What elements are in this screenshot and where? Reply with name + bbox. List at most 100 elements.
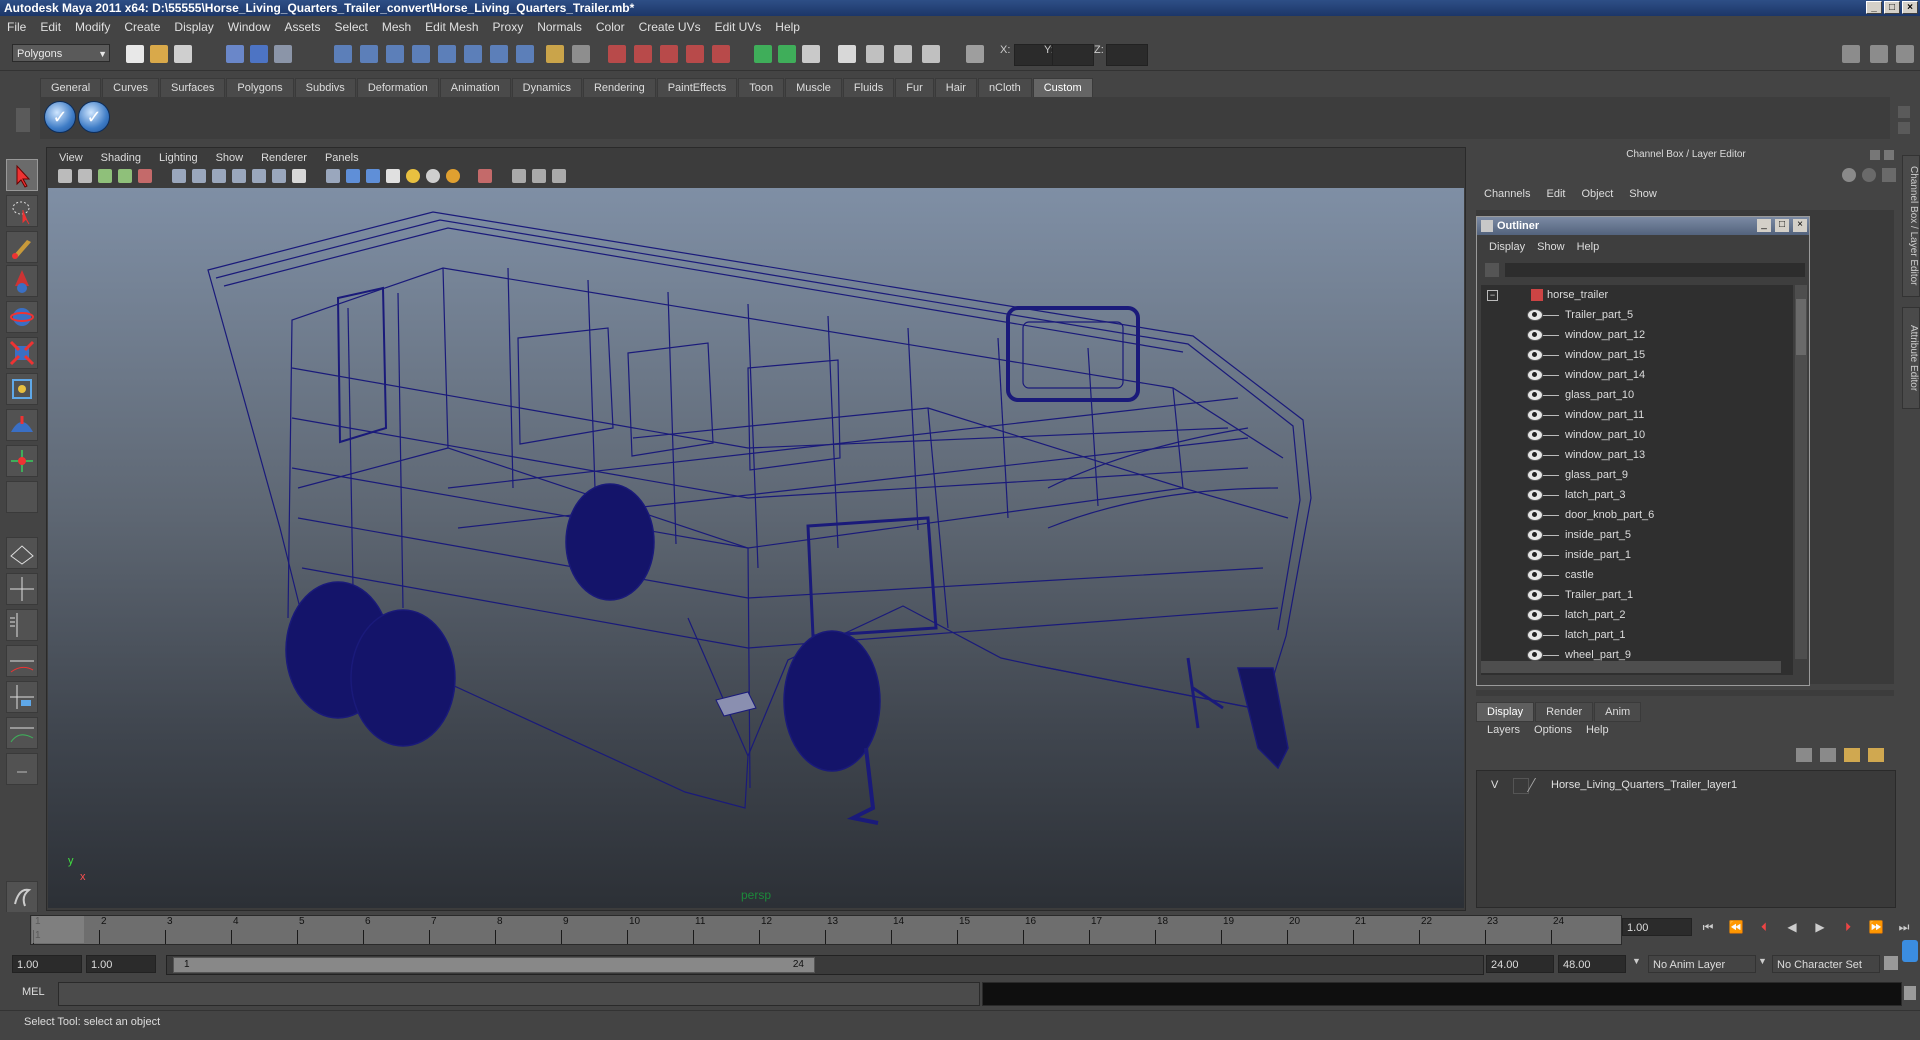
input-line-icon[interactable] <box>778 45 796 63</box>
shelf-tab-hair[interactable]: Hair <box>934 78 977 98</box>
lock-icon[interactable] <box>546 45 564 63</box>
outliner-root-row[interactable]: − horse_trailer <box>1481 285 1793 305</box>
menu-edit-mesh[interactable]: Edit Mesh <box>418 20 485 34</box>
channel-box-menu-object[interactable]: Object <box>1573 188 1621 200</box>
menu-edit[interactable]: Edit <box>33 20 68 34</box>
list-item[interactable]: Trailer_part_1 <box>1481 585 1793 605</box>
textured-icon[interactable] <box>386 169 400 183</box>
render-region-icon[interactable] <box>634 45 652 63</box>
list-item[interactable]: glass_part_10 <box>1481 385 1793 405</box>
shelf-tab-subdivs[interactable]: Subdivs <box>294 78 356 98</box>
channel-box-speed-icon[interactable] <box>1862 168 1876 182</box>
move-layer-down-icon[interactable] <box>1820 748 1836 762</box>
shelf-tab-fluids[interactable]: Fluids <box>842 78 895 98</box>
outliner-maximize-button[interactable]: □ <box>1775 219 1789 232</box>
play-backwards-icon[interactable]: ◀ <box>1780 918 1804 936</box>
default-light-icon[interactable] <box>406 169 420 183</box>
render-ipr-icon[interactable] <box>660 45 678 63</box>
shelf-menu-icon[interactable] <box>16 108 30 132</box>
film-gate-icon[interactable] <box>192 169 206 183</box>
save-scene-icon[interactable] <box>174 45 192 63</box>
perspective-viewport[interactable]: persp y x <box>48 188 1464 908</box>
close-button[interactable]: × <box>1902 1 1918 14</box>
outliner-menu-help[interactable]: Help <box>1571 241 1606 253</box>
script-editor-button-icon[interactable] <box>1904 986 1916 1000</box>
isolate-select-icon[interactable] <box>478 169 492 183</box>
list-item[interactable]: window_part_12 <box>1481 325 1793 345</box>
lasso-tool-icon[interactable] <box>6 195 38 227</box>
shelf-tab-surfaces[interactable]: Surfaces <box>159 78 226 98</box>
viewport-menu-shading[interactable]: Shading <box>92 150 150 166</box>
outliner-vertical-scrollbar[interactable] <box>1795 285 1807 659</box>
chevron-down-icon[interactable]: ▼ <box>1632 956 1641 966</box>
layer-menu-options[interactable]: Options <box>1527 724 1579 736</box>
snap-live-icon[interactable] <box>490 45 508 63</box>
select-object-icon[interactable] <box>250 45 268 63</box>
snap-curve-icon[interactable] <box>360 45 378 63</box>
playback-start-field[interactable]: 1.00 <box>86 955 156 973</box>
minimize-button[interactable]: _ <box>1866 1 1882 14</box>
layout-options-icon[interactable] <box>6 753 38 785</box>
shelf-tab-fur[interactable]: Fur <box>895 78 934 98</box>
viewport-menu-view[interactable]: View <box>50 150 92 166</box>
step-back-icon[interactable]: ⏪ <box>1724 918 1748 936</box>
list-item[interactable]: window_part_15 <box>1481 345 1793 365</box>
step-forward-icon[interactable]: ⏩ <box>1864 918 1888 936</box>
range-slider[interactable]: 1 24 <box>166 955 1484 975</box>
panel-divider[interactable] <box>1476 690 1894 696</box>
snap-plane-icon[interactable] <box>412 45 430 63</box>
smooth-shade-icon[interactable] <box>346 169 360 183</box>
menu-assets[interactable]: Assets <box>277 20 327 34</box>
safe-title-icon[interactable] <box>292 169 306 183</box>
shelf-tab-muscle[interactable]: Muscle <box>785 78 842 98</box>
shelf-tab-custom[interactable]: Custom <box>1032 78 1093 98</box>
scrollbar-thumb[interactable] <box>1796 299 1806 355</box>
outliner-search-input[interactable] <box>1505 263 1805 277</box>
menu-window[interactable]: Window <box>221 20 278 34</box>
help-icon[interactable] <box>516 45 534 63</box>
y-field[interactable] <box>1052 44 1094 66</box>
shelf-tab-toon[interactable]: Toon <box>738 78 785 98</box>
display-settings-icon[interactable] <box>922 45 940 63</box>
magnet-icon[interactable] <box>572 45 590 63</box>
menu-file[interactable]: File <box>0 20 33 34</box>
start-time-field[interactable]: 1.00 <box>12 955 82 973</box>
end-time-field[interactable]: 48.00 <box>1558 955 1626 973</box>
outliner-horizontal-scrollbar[interactable] <box>1481 661 1781 673</box>
list-item[interactable]: glass_part_9 <box>1481 465 1793 485</box>
attribute-editor-toggle-icon[interactable] <box>1870 45 1888 63</box>
shelf-tab-polygons[interactable]: Polygons <box>226 78 294 98</box>
menu-normals[interactable]: Normals <box>530 20 589 34</box>
select-camera-icon[interactable] <box>58 169 72 183</box>
open-scene-icon[interactable] <box>150 45 168 63</box>
list-item[interactable]: Trailer_part_5 <box>1481 305 1793 325</box>
outliner-close-button[interactable]: × <box>1793 219 1807 232</box>
mode-selector[interactable]: Polygons ▼ <box>12 44 110 62</box>
shadows-icon[interactable] <box>446 169 460 183</box>
list-item[interactable]: window_part_13 <box>1481 445 1793 465</box>
anim-layer-selector[interactable]: No Anim Layer <box>1648 955 1756 973</box>
viewport-menu-show[interactable]: Show <box>207 150 253 166</box>
display-ipr-icon[interactable] <box>894 45 912 63</box>
new-scene-icon[interactable] <box>126 45 144 63</box>
hypershade-layout-icon[interactable] <box>6 681 38 713</box>
persp-outliner-layout-icon[interactable] <box>6 609 38 641</box>
character-set-selector[interactable]: No Character Set <box>1772 955 1880 973</box>
command-language-label[interactable]: MEL <box>22 986 45 998</box>
viewport-menu-renderer[interactable]: Renderer <box>252 150 316 166</box>
list-item[interactable]: inside_part_5 <box>1481 525 1793 545</box>
outliner-menu-display[interactable]: Display <box>1483 241 1531 253</box>
all-lights-icon[interactable] <box>426 169 440 183</box>
universal-manipulator-icon[interactable] <box>6 373 38 405</box>
list-item[interactable]: window_part_10 <box>1481 425 1793 445</box>
layer-menu-help[interactable]: Help <box>1579 724 1616 736</box>
play-forwards-icon[interactable]: ▶ <box>1808 918 1832 936</box>
display-render-icon[interactable] <box>866 45 884 63</box>
z-field[interactable] <box>1106 44 1148 66</box>
list-item[interactable]: latch_part_2 <box>1481 605 1793 625</box>
bookmarks-icon[interactable] <box>98 169 112 183</box>
command-input[interactable] <box>58 982 980 1006</box>
list-item[interactable]: latch_part_1 <box>1481 625 1793 645</box>
channel-box-menu-channels[interactable]: Channels <box>1476 188 1538 200</box>
snap-view-icon[interactable] <box>464 45 482 63</box>
